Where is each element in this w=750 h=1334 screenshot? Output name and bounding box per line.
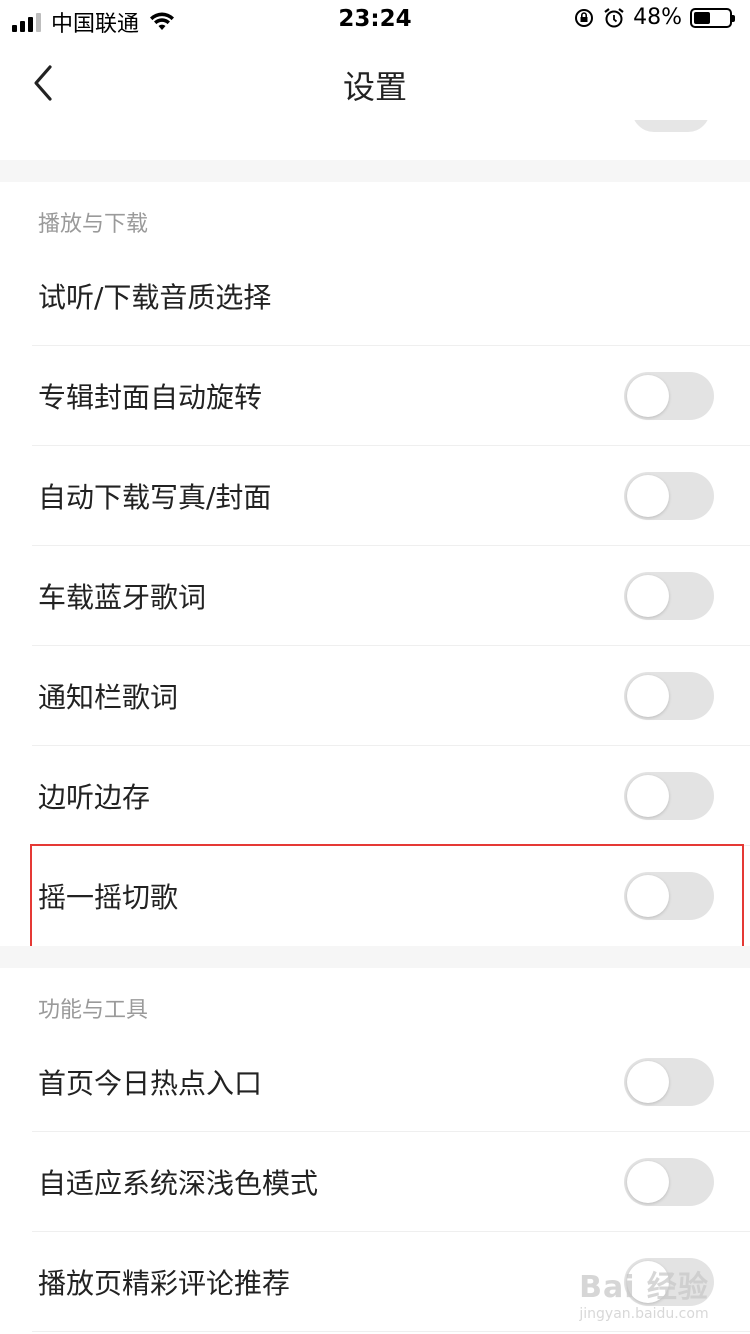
setting-label: 试听/下载音质选择 — [38, 280, 272, 314]
toggle-knob — [627, 1160, 669, 1203]
section-title-tools: 功能与工具 — [38, 998, 149, 1023]
watermark-brand: Bai 经验 — [579, 1270, 709, 1305]
setting-label: 自适应系统深浅色模式 — [38, 1166, 319, 1200]
page-title: 设置 — [342, 68, 407, 106]
toggle-knob — [627, 374, 669, 417]
setting-row-auto-download-cover: 自动下载写真/封面 — [32, 446, 750, 546]
toggle-switch[interactable] — [632, 120, 710, 132]
section-divider — [0, 160, 750, 182]
battery-percent: 48% — [633, 5, 682, 30]
battery-icon — [690, 7, 735, 28]
toggle-switch[interactable] — [624, 1157, 714, 1206]
setting-row-car-bluetooth-lyrics: 车载蓝牙歌词 — [32, 546, 750, 646]
setting-label: 播放页精彩评论推荐 — [38, 1266, 291, 1300]
setting-row-cache-while-listening: 边听边存 — [32, 746, 750, 846]
previous-row-clipped — [0, 120, 750, 160]
setting-row-album-rotate: 专辑封面自动旋转 — [32, 346, 750, 446]
toggle-switch[interactable] — [624, 471, 714, 520]
setting-label: 首页今日热点入口 — [38, 1066, 263, 1100]
toggle-switch[interactable] — [624, 571, 714, 620]
highlight-box — [30, 844, 744, 952]
toggle-knob — [627, 574, 669, 617]
battery-fill — [694, 11, 710, 24]
setting-label: 专辑封面自动旋转 — [38, 380, 263, 414]
toggle-knob — [627, 774, 669, 817]
status-right: 48% — [573, 5, 735, 30]
status-bar: 中国联通 23:24 48% — [0, 0, 750, 40]
watermark-logo: Bai 经验 jingyan.baidu.com — [574, 1262, 714, 1324]
toggle-knob — [627, 1060, 669, 1103]
nav-bar: 设置 — [0, 50, 750, 120]
watermark-url: jingyan.baidu.com — [579, 1306, 709, 1322]
toggle-switch[interactable] — [624, 771, 714, 820]
setting-label: 车载蓝牙歌词 — [38, 580, 207, 614]
setting-label: 通知栏歌词 — [38, 680, 179, 714]
rotation-lock-icon — [575, 8, 594, 27]
toggle-switch[interactable] — [624, 1057, 714, 1106]
toggle-switch[interactable] — [624, 371, 714, 420]
section-divider — [0, 946, 750, 968]
setting-row-notification-lyrics: 通知栏歌词 — [32, 646, 750, 746]
setting-row-adaptive-dark-mode: 自适应系统深浅色模式 — [32, 1132, 750, 1232]
toggle-knob — [627, 474, 669, 517]
toggle-knob — [627, 674, 669, 717]
alarm-icon — [604, 7, 624, 27]
setting-label: 边听边存 — [38, 780, 151, 814]
setting-row-today-hot-entry: 首页今日热点入口 — [32, 1032, 750, 1132]
setting-label: 自动下载写真/封面 — [38, 480, 272, 514]
section-title-playback: 播放与下载 — [38, 212, 149, 237]
toggle-switch[interactable] — [624, 671, 714, 720]
setting-row-audio-quality[interactable]: 试听/下载音质选择 — [32, 246, 750, 346]
